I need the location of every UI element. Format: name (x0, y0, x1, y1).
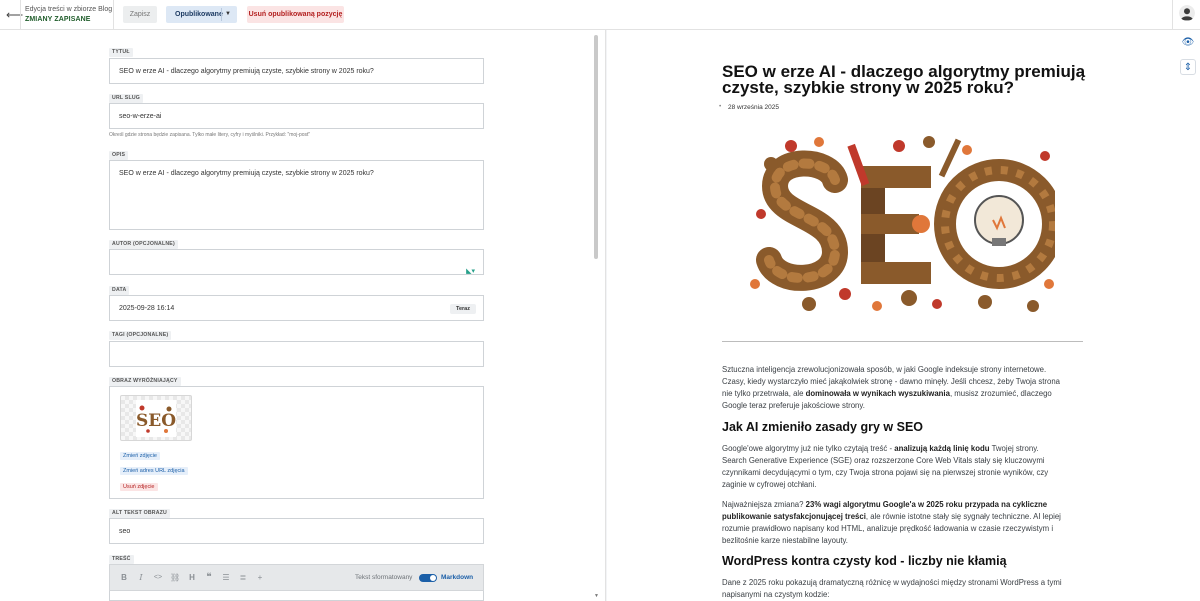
formatted-text-label[interactable]: Tekst sformatowany (355, 574, 412, 581)
svg-text:SEO: SEO (136, 411, 176, 431)
heading-ai-seo: Jak AI zmieniło zasady gry w SEO (722, 420, 924, 434)
description-textarea[interactable]: SEO w erze AI - dlaczego algorytmy premi… (109, 160, 484, 230)
featured-image-label: OBRAZ WYRÓŻNIAJĄCY (109, 377, 181, 386)
vertical-arrows-icon[interactable]: ⇕ (1180, 59, 1196, 75)
quote-icon[interactable]: ❝ (204, 573, 214, 583)
publish-label: Opublikowane (175, 11, 223, 18)
bold-icon[interactable]: B (119, 573, 129, 583)
now-button[interactable]: Teraz (450, 304, 476, 314)
preview-panel: SEO w erze AI - dlaczego algorytmy premi… (607, 30, 1200, 601)
change-image-button[interactable]: Zmień zdjęcie (120, 452, 160, 460)
date-label: DATA (109, 286, 130, 295)
markdown-label[interactable]: Markdown (441, 574, 473, 581)
heading-icon[interactable]: H (187, 573, 197, 583)
description-label: OPIS (109, 151, 129, 160)
scrollbar[interactable] (594, 35, 598, 259)
paragraph-key-change: Najważniejsza zmiana? 23% wagi algorytmu… (722, 500, 1061, 545)
divider (113, 0, 114, 30)
alt-text-input[interactable]: seo (109, 518, 484, 544)
content-label: TREŚĆ (109, 555, 134, 564)
eye-icon[interactable]: 👁 (1180, 35, 1196, 51)
alt-text-label: ALT TEKST OBRAZU (109, 509, 170, 518)
slug-input[interactable]: seo-w-erze-ai (109, 103, 484, 129)
divider (722, 341, 1083, 342)
image-thumbnail[interactable]: SEO (120, 395, 192, 441)
bullet-list-icon[interactable]: ☰ (221, 573, 231, 583)
markdown-toggle[interactable] (419, 574, 437, 582)
code-icon[interactable]: <> (153, 573, 163, 583)
user-icon (1179, 5, 1195, 21)
date-value: 2025-09-28 16:14 (119, 305, 175, 312)
editor-toolbar: B I <> ⛓ H ❝ ☰ ≣ + Tekst sformatowany Ma… (109, 564, 484, 591)
add-block-icon[interactable]: + (255, 573, 265, 583)
title-label: TYTUŁ (109, 48, 133, 57)
save-status: ZMIANY ZAPISANE (25, 15, 91, 23)
author-label: AUTOR (OPCJONALNE) (109, 240, 178, 249)
paragraph-algorithms: Google'owe algorytmy już nie tylko czyta… (722, 444, 1049, 489)
divider (1172, 0, 1173, 30)
date-input[interactable]: 2025-09-28 16:14 Teraz (109, 295, 484, 321)
back-arrow-icon[interactable]: ⟵ (6, 8, 23, 22)
slug-hint: Określ gdzie strona będzie zapisana. Tyl… (109, 132, 311, 138)
author-select[interactable]: ◣▾ (109, 249, 484, 275)
save-button[interactable]: Zapisz (123, 6, 157, 23)
author-dropdown-icon[interactable]: ◣▾ (466, 259, 475, 285)
tags-input[interactable] (109, 341, 484, 367)
link-icon[interactable]: ⛓ (170, 573, 180, 583)
change-image-url-button[interactable]: Zmień adres URL zdjęcia (120, 467, 188, 475)
chevron-down-icon[interactable]: ▼ (222, 6, 234, 23)
publish-status-button[interactable]: Opublikowane ▼ (166, 6, 237, 23)
slug-label: URL SLUG (109, 94, 144, 103)
post-date: 28 września 2025 (719, 103, 779, 111)
divider (20, 0, 21, 30)
italic-icon[interactable]: I (136, 573, 146, 583)
paragraph-data: Dane z 2025 roku pokazują dramatyczną ró… (722, 578, 1062, 599)
avatar[interactable] (1179, 5, 1195, 21)
post-title: SEO w erze AI - dlaczego algorytmy premi… (722, 62, 1086, 97)
hero-image (749, 134, 1064, 315)
tags-label: TAGI (OPCJONALNE) (109, 331, 172, 340)
unpublish-button[interactable]: Usuń opublikowaną pozycję (247, 6, 344, 23)
featured-image-box: SEO Zmień zdjęcie Zmień adres URL zdjęci… (109, 386, 484, 499)
breadcrumb: Edycja treści w zbiorze Blog (25, 6, 113, 13)
seo-image-preview: SEO (136, 400, 176, 437)
top-bar: ⟵ Edycja treści w zbiorze Blog ZMIANY ZA… (0, 0, 1200, 30)
content-editor[interactable] (109, 591, 484, 601)
remove-image-button[interactable]: Usuń zdjęcie (120, 483, 158, 491)
heading-wordpress: WordPress kontra czysty kod - liczby nie… (722, 554, 1007, 568)
paragraph-intro: Sztuczna inteligencja zrewolucjonizowała… (722, 365, 1060, 410)
scroll-down-icon[interactable]: ▼ (594, 593, 600, 599)
numbered-list-icon[interactable]: ≣ (238, 573, 248, 583)
title-input[interactable]: SEO w erze AI - dlaczego algorytmy premi… (109, 58, 484, 84)
